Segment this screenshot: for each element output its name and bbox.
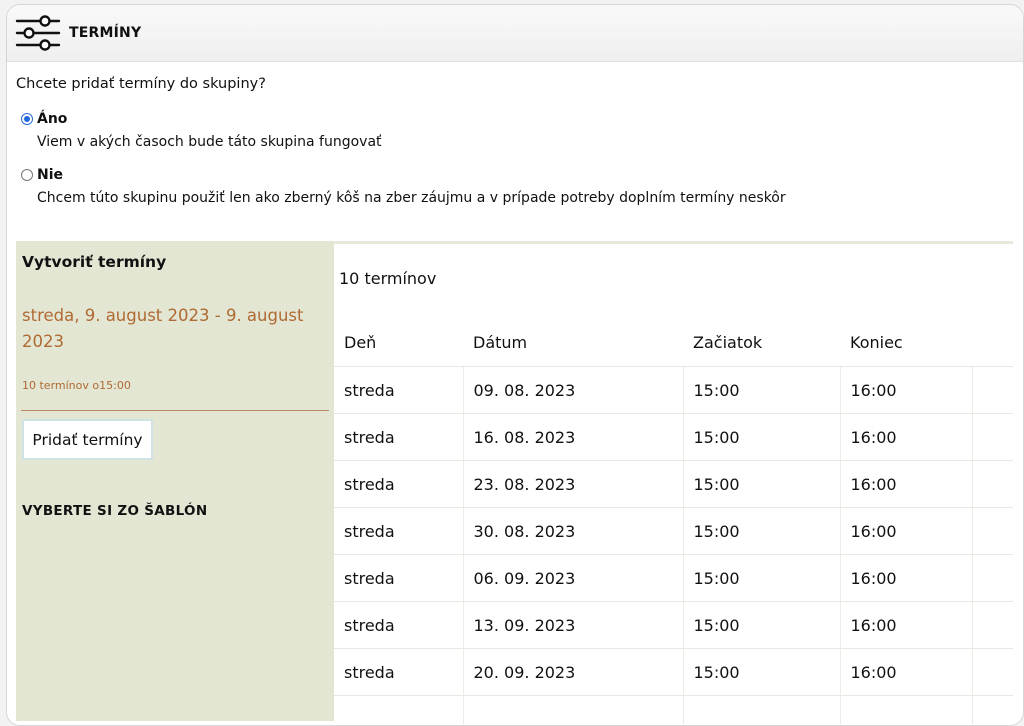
cell-extra: [972, 649, 1013, 696]
cell-day: streda: [334, 414, 463, 461]
cell-end: 16:00: [840, 461, 972, 508]
cell-end: 16:00: [840, 508, 972, 555]
cell-extra: [972, 696, 1013, 726]
cell-extra: [972, 367, 1013, 414]
terminy-panel: TERMÍNY Chcete pridať termíny do skupiny…: [6, 4, 1024, 726]
option-ano-description: Viem v akých časoch bude táto skupina fu…: [37, 133, 382, 151]
cell-day: streda: [334, 367, 463, 414]
create-dates-sidebar: Vytvoriť termíny streda, 9. august 2023 …: [16, 241, 334, 721]
dates-summary: 10 termínov o15:00: [22, 379, 131, 392]
option-nie-description: Chcem túto skupinu použiť len ako zberný…: [37, 189, 786, 207]
cell-end: 16:00: [840, 602, 972, 649]
table-row: streda 20. 09. 2023 15:00 16:00: [334, 649, 1013, 696]
cell-end: 16:00: [840, 649, 972, 696]
column-header-start: Začiatok: [683, 319, 840, 367]
cell-date: 06. 09. 2023: [463, 555, 683, 602]
cell-date: 20. 09. 2023: [463, 649, 683, 696]
dates-results: 10 termínov Deň Dátum Začiatok Koniec st…: [334, 241, 1013, 724]
filter-sliders-icon: [15, 13, 61, 53]
cell-day: streda: [334, 649, 463, 696]
cell-start: 15:00: [683, 461, 840, 508]
cell-date: 13. 09. 2023: [463, 602, 683, 649]
column-header-extra: [972, 319, 1013, 367]
cell-start: 15:00: [683, 555, 840, 602]
cell-day: streda: [334, 461, 463, 508]
cell-end: 16:00: [840, 555, 972, 602]
cell-date: [463, 696, 683, 726]
column-header-end: Koniec: [840, 319, 972, 367]
table-row: streda 13. 09. 2023 15:00 16:00: [334, 602, 1013, 649]
table-header-row: Deň Dátum Začiatok Koniec: [334, 319, 1013, 367]
cell-date: 30. 08. 2023: [463, 508, 683, 555]
panel-header: TERMÍNY: [7, 5, 1023, 62]
table-row: [334, 696, 1013, 726]
cell-date: 16. 08. 2023: [463, 414, 683, 461]
cell-start: 15:00: [683, 649, 840, 696]
date-range: streda, 9. august 2023 - 9. august 2023: [22, 303, 312, 355]
cell-start: 15:00: [683, 414, 840, 461]
cell-date: 09. 08. 2023: [463, 367, 683, 414]
templates-heading: VYBERTE SI ZO ŠABLÓN: [22, 503, 207, 519]
cell-day: [334, 696, 463, 726]
column-header-day: Deň: [334, 319, 463, 367]
panel-title: TERMÍNY: [69, 25, 141, 41]
radio-nie[interactable]: [21, 169, 33, 181]
add-dates-question: Chcete pridať termíny do skupiny?: [16, 76, 266, 92]
sidebar-divider: [21, 410, 329, 411]
cell-day: streda: [334, 555, 463, 602]
cell-start: 15:00: [683, 602, 840, 649]
option-nie[interactable]: Nie Chcem túto skupinu použiť len ako zb…: [21, 166, 786, 207]
cell-start: [683, 696, 840, 726]
cell-extra: [972, 602, 1013, 649]
cell-extra: [972, 414, 1013, 461]
cell-date: 23. 08. 2023: [463, 461, 683, 508]
table-row: streda 06. 09. 2023 15:00 16:00: [334, 555, 1013, 602]
cell-day: streda: [334, 508, 463, 555]
column-header-date: Dátum: [463, 319, 683, 367]
radio-ano[interactable]: [21, 113, 33, 125]
cell-end: [840, 696, 972, 726]
table-row: streda 16. 08. 2023 15:00 16:00: [334, 414, 1013, 461]
add-dates-button[interactable]: Pridať termíny: [22, 419, 153, 460]
cell-end: 16:00: [840, 414, 972, 461]
dates-count: 10 termínov: [339, 269, 436, 288]
table-row: streda 09. 08. 2023 15:00 16:00: [334, 367, 1013, 414]
cell-extra: [972, 555, 1013, 602]
cell-end: 16:00: [840, 367, 972, 414]
cell-extra: [972, 461, 1013, 508]
option-ano[interactable]: Áno Viem v akých časoch bude táto skupin…: [21, 110, 382, 151]
cell-day: streda: [334, 602, 463, 649]
cell-extra: [972, 508, 1013, 555]
dates-table: Deň Dátum Začiatok Koniec streda 09. 08.…: [334, 319, 1013, 726]
option-ano-label[interactable]: Áno: [37, 110, 382, 128]
option-nie-label[interactable]: Nie: [37, 166, 786, 184]
sidebar-title: Vytvoriť termíny: [22, 253, 166, 271]
cell-start: 15:00: [683, 508, 840, 555]
table-row: streda 23. 08. 2023 15:00 16:00: [334, 461, 1013, 508]
cell-start: 15:00: [683, 367, 840, 414]
table-row: streda 30. 08. 2023 15:00 16:00: [334, 508, 1013, 555]
